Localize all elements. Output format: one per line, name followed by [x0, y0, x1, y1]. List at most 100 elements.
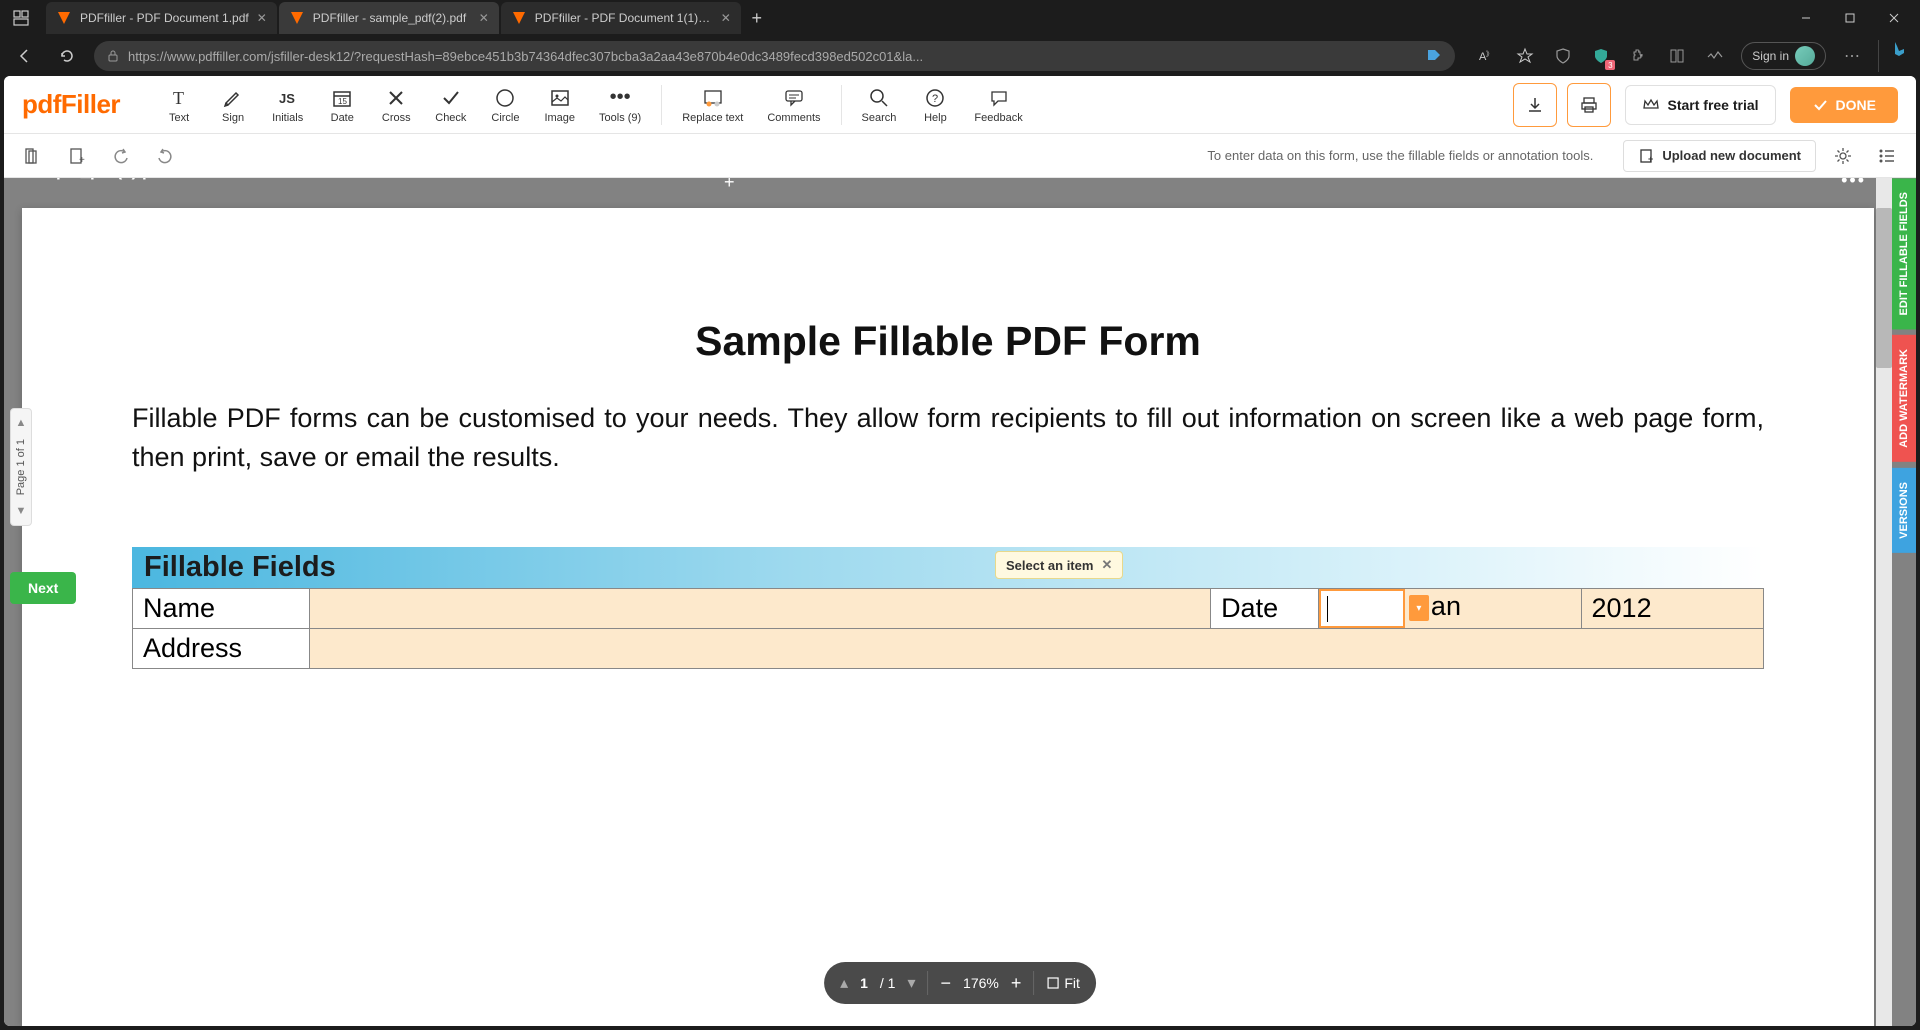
window-controls	[1786, 3, 1914, 33]
watermark-tab[interactable]: ADD WATERMARK	[1892, 335, 1916, 462]
check-tool[interactable]: Check	[425, 82, 476, 128]
address-input-cell[interactable]	[309, 629, 1763, 669]
document-tab-name[interactable]: sample_pdf(2).pdf	[22, 178, 168, 181]
upload-label: Upload new document	[1662, 148, 1801, 163]
upload-document-button[interactable]: + Upload new document	[1623, 140, 1816, 172]
help-icon: ?	[923, 86, 947, 110]
document-tab-menu[interactable]: •••	[1841, 178, 1866, 191]
replace-text-tool[interactable]: Replace text	[672, 82, 753, 128]
image-tool[interactable]: Image	[534, 82, 585, 128]
pdffiller-favicon-icon	[289, 10, 305, 26]
cross-tool[interactable]: Cross	[371, 82, 421, 128]
zoom-in-button[interactable]: +	[1011, 973, 1022, 994]
svg-text:15: 15	[338, 97, 347, 106]
zoom-out-button[interactable]: −	[941, 973, 952, 994]
secondary-bar: + To enter data on this form, use the fi…	[4, 134, 1916, 178]
divider	[1033, 971, 1034, 995]
tool-label: Comments	[767, 112, 820, 124]
url-input[interactable]: https://www.pdffiller.com/jsfiller-desk1…	[94, 41, 1455, 71]
search-tool[interactable]: Search	[852, 82, 907, 128]
extensions-icon[interactable]	[1627, 44, 1651, 68]
undo-button[interactable]	[104, 139, 138, 173]
settings-button[interactable]	[1826, 139, 1860, 173]
versions-tab[interactable]: VERSIONS	[1892, 468, 1916, 553]
close-icon[interactable]: ✕	[1101, 557, 1112, 573]
prev-page-button[interactable]: ▲	[14, 415, 29, 431]
circle-icon	[493, 86, 517, 110]
tool-label: Image	[544, 112, 575, 124]
shield-icon[interactable]	[1551, 44, 1575, 68]
start-trial-button[interactable]: Start free trial	[1625, 85, 1776, 125]
more-icon[interactable]: ⋯	[1840, 44, 1864, 68]
performance-icon[interactable]	[1703, 44, 1727, 68]
shopping-tag-icon[interactable]	[1425, 47, 1443, 65]
minimize-button[interactable]	[1786, 3, 1826, 33]
prev-page-icon[interactable]: ▴	[840, 973, 848, 993]
initials-tool[interactable]: JS Initials	[262, 82, 313, 128]
outline-button[interactable]	[1870, 139, 1904, 173]
next-field-button[interactable]: Next	[10, 572, 76, 604]
next-page-button[interactable]: ▼	[14, 503, 29, 519]
close-icon[interactable]: ✕	[257, 11, 267, 25]
sign-tool[interactable]: Sign	[208, 82, 258, 128]
close-icon[interactable]: ✕	[721, 11, 731, 25]
text-tool[interactable]: T Text	[154, 82, 204, 128]
print-button[interactable]	[1567, 83, 1611, 127]
scrollbar[interactable]	[1876, 178, 1892, 1026]
year-cell[interactable]: 2012	[1581, 589, 1763, 629]
maximize-button[interactable]	[1830, 3, 1870, 33]
browser-tab-strip: PDFfiller - PDF Document 1.pdf ✕ PDFfill…	[0, 0, 1920, 36]
tool-label: Help	[924, 112, 947, 124]
pages-panel-button[interactable]	[16, 139, 50, 173]
new-tab-button[interactable]: +	[743, 4, 771, 32]
date-tool[interactable]: 15 Date	[317, 82, 367, 128]
sign-in-button[interactable]: Sign in	[1741, 42, 1826, 70]
browser-tab-2[interactable]: PDFfiller - sample_pdf(2).pdf ✕	[279, 2, 499, 34]
read-aloud-icon[interactable]: A》	[1475, 44, 1499, 68]
scrollbar-thumb[interactable]	[1876, 208, 1892, 368]
add-document-tab[interactable]: +	[724, 178, 735, 193]
tool-label: Replace text	[682, 112, 743, 124]
browser-tab-3[interactable]: PDFfiller - PDF Document 1(1).pd ✕	[501, 2, 741, 34]
check-icon	[439, 86, 463, 110]
edit-fields-tab[interactable]: EDIT FILLABLE FIELDS	[1892, 178, 1916, 329]
text-cursor	[1327, 596, 1328, 622]
date-day-input[interactable]	[1319, 589, 1405, 628]
name-input-cell[interactable]	[309, 589, 1210, 629]
next-page-icon[interactable]: ▾	[907, 973, 915, 993]
form-table: Name Date ▾ an 2012	[132, 588, 1764, 669]
close-icon[interactable]: ✕	[479, 11, 489, 25]
tab-overview-icon[interactable]	[6, 3, 36, 33]
dropdown-trigger-icon[interactable]: ▾	[1409, 595, 1429, 621]
date-day-cell[interactable]: ▾ an	[1318, 589, 1581, 629]
adblock-shield-icon[interactable]: 3	[1589, 44, 1613, 68]
tool-label: Tools (9)	[599, 112, 641, 124]
browser-tab-1[interactable]: PDFfiller - PDF Document 1.pdf ✕	[46, 2, 277, 34]
url-text: https://www.pdffiller.com/jsfiller-desk1…	[128, 49, 1417, 64]
current-page[interactable]: 1	[860, 975, 868, 991]
done-button[interactable]: DONE	[1790, 87, 1898, 123]
close-window-button[interactable]	[1874, 3, 1914, 33]
feedback-tool[interactable]: Feedback	[964, 82, 1032, 128]
collections-icon[interactable]	[1665, 44, 1689, 68]
tool-label: Sign	[222, 112, 244, 124]
sign-icon	[221, 86, 245, 110]
redo-button[interactable]	[148, 139, 182, 173]
fit-button[interactable]: Fit	[1046, 975, 1080, 991]
comments-tool[interactable]: Comments	[757, 82, 830, 128]
calendar-icon: 15	[330, 86, 354, 110]
month-value: an	[1431, 591, 1461, 622]
refresh-button[interactable]	[52, 41, 82, 71]
search-icon	[867, 86, 891, 110]
help-tool[interactable]: ? Help	[910, 82, 960, 128]
tools-menu[interactable]: ••• Tools (9)	[589, 82, 651, 128]
back-button[interactable]	[10, 41, 40, 71]
favorite-icon[interactable]	[1513, 44, 1537, 68]
tab-title: PDFfiller - PDF Document 1.pdf	[80, 11, 249, 25]
circle-tool[interactable]: Circle	[480, 82, 530, 128]
logo[interactable]: pdfFiller	[22, 89, 120, 120]
date-label: Date	[1211, 589, 1319, 629]
add-page-button[interactable]: +	[60, 139, 94, 173]
bing-icon[interactable]	[1878, 40, 1910, 72]
download-button[interactable]	[1513, 83, 1557, 127]
